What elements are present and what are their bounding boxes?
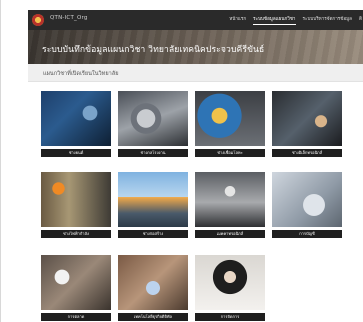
department-card-management[interactable]: การจัดการ [195, 255, 265, 321]
department-label[interactable]: การตลาด [41, 313, 111, 321]
auto-repair-photo[interactable] [41, 91, 111, 146]
department-label[interactable]: เมคคาทรอนิกส์ [195, 230, 265, 238]
department-label[interactable]: การจัดการ [195, 313, 265, 321]
electrical-power-photo[interactable] [41, 172, 111, 227]
department-card-machine[interactable]: ช่างกลโรงงาน [118, 91, 188, 157]
department-label[interactable]: ช่างก่อสร้าง [118, 230, 188, 238]
department-label[interactable]: ช่างอิเล็กทรอนิกส์ [272, 149, 342, 157]
department-card-digital-business[interactable]: เทคโนโลยีธุรกิจดิจิทัล [118, 255, 188, 321]
main-content: แผนกวิชาที่เปิดเรียนในวิทยาลัย ช่างยนต์ … [15, 64, 363, 322]
electronics-photo[interactable] [272, 91, 342, 146]
department-label[interactable]: ช่างกลโรงงาน [118, 149, 188, 157]
department-card-construction[interactable]: ช่างก่อสร้าง [118, 172, 188, 238]
top-navbar: QTN-ICT_Org หน้าแรก ระบบข้อมูลแผนกวิชา ร… [28, 10, 363, 30]
section-title: แผนกวิชาที่เปิดเรียนในวิทยาลัย [43, 71, 119, 77]
department-label[interactable]: ช่างยนต์ [41, 149, 111, 157]
department-label[interactable]: ช่างเชื่อมโลหะ [195, 149, 265, 157]
department-card-accounting[interactable]: การบัญชี [272, 172, 342, 238]
department-card-marketing[interactable]: การตลาด [41, 255, 111, 321]
accounting-photo[interactable] [272, 172, 342, 227]
business-management-photo[interactable] [195, 255, 265, 310]
machine-shop-photo[interactable] [118, 91, 188, 146]
digital-business-photo[interactable] [118, 255, 188, 310]
department-card-welding[interactable]: ช่างเชื่อมโลหะ [195, 91, 265, 157]
mechatronics-photo[interactable] [195, 172, 265, 227]
page-title: ระบบบันทึกข้อมูลแผนกวิชา วิทยาลัยเทคนิคป… [42, 45, 265, 55]
nav-item-management[interactable]: ระบบบริหารจัดการข้อมูล [303, 16, 352, 25]
brand-name[interactable]: QTN-ICT_Org [50, 15, 88, 21]
welding-photo[interactable] [195, 91, 265, 146]
construction-photo[interactable] [118, 172, 188, 227]
marketing-photo[interactable] [41, 255, 111, 310]
nav-item-department-data[interactable]: ระบบข้อมูลแผนกวิชา [253, 16, 296, 25]
department-label[interactable]: เทคโนโลยีธุรกิจดิจิทัล [118, 313, 188, 321]
department-card-electronics[interactable]: ช่างอิเล็กทรอนิกส์ [272, 91, 342, 157]
department-label[interactable]: การบัญชี [272, 230, 342, 238]
department-card-mechatronics[interactable]: เมคคาทรอนิกส์ [195, 172, 265, 238]
department-card-auto[interactable]: ช่างยนต์ [41, 91, 111, 157]
department-card-power[interactable]: ช่างไฟฟ้ากำลัง [41, 172, 111, 238]
section-header: แผนกวิชาที่เปิดเรียนในวิทยาลัย [28, 64, 363, 82]
department-label[interactable]: ช่างไฟฟ้ากำลัง [41, 230, 111, 238]
page: QTN-ICT_Org หน้าแรก ระบบข้อมูลแผนกวิชา ร… [0, 0, 363, 322]
college-logo-icon[interactable] [32, 14, 44, 26]
nav-item-home[interactable]: หน้าแรก [229, 16, 246, 25]
hero-banner: ระบบบันทึกข้อมูลแผนกวิชา วิทยาลัยเทคนิคป… [28, 30, 363, 64]
main-nav: หน้าแรก ระบบข้อมูลแผนกวิชา ระบบบริหารจัด… [229, 16, 362, 25]
nav-item-more[interactable]: ติ [359, 16, 362, 25]
